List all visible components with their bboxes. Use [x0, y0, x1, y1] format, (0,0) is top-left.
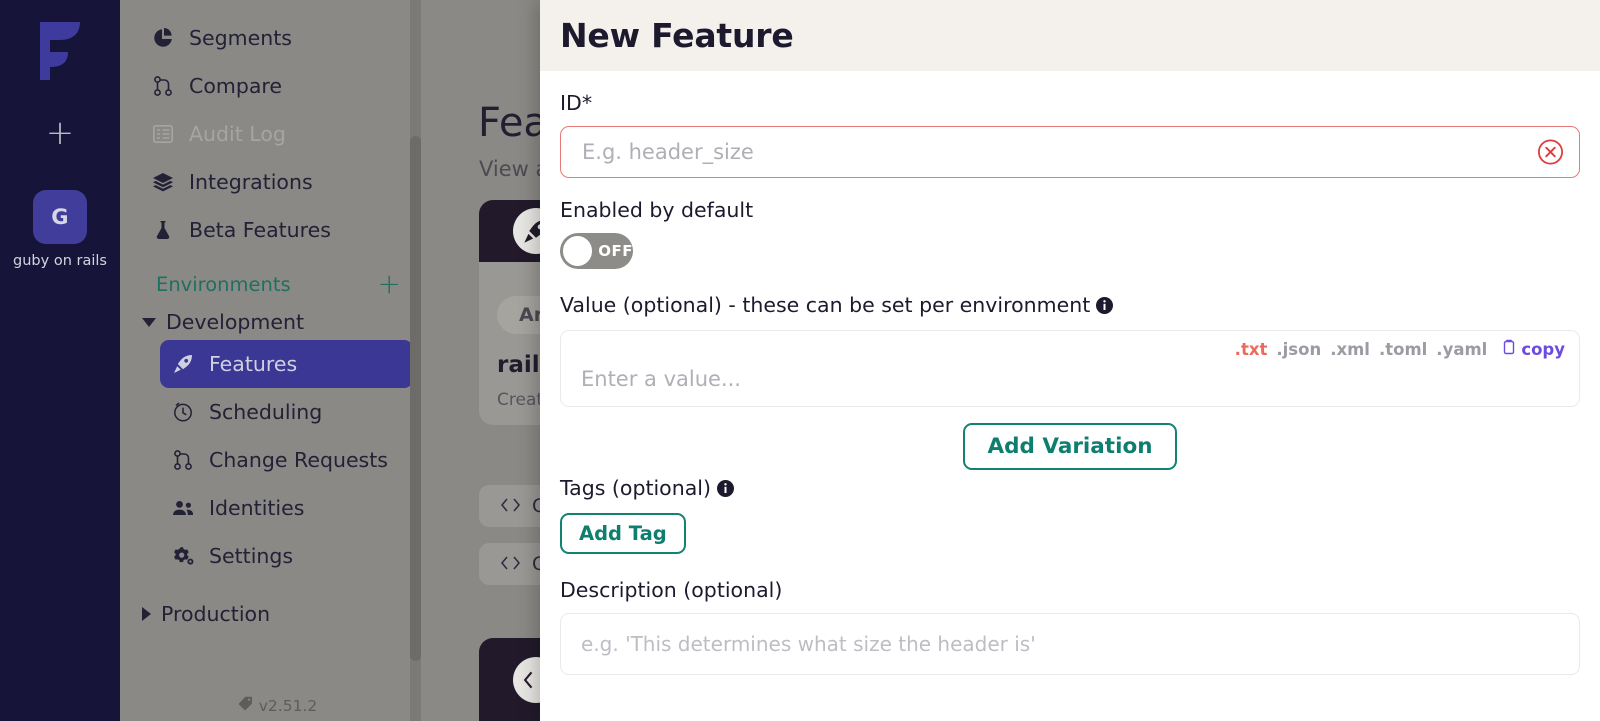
sidebar-item-label: Settings [209, 544, 294, 568]
left-rail: + G guby on rails [0, 0, 120, 721]
sidebar-item-label: Integrations [189, 170, 313, 194]
code-icon [501, 553, 520, 575]
add-variation-row: Add Variation [560, 423, 1580, 470]
modal-header: New Feature [540, 0, 1600, 71]
sidebar-item-identities[interactable]: Identities [160, 484, 413, 532]
modal-body: ID* Enabled by default OFF [540, 71, 1600, 679]
add-variation-button[interactable]: Add Variation [963, 423, 1177, 470]
layers-icon [152, 172, 174, 192]
flask-icon [152, 220, 174, 240]
format-option-xml[interactable]: .xml [1330, 340, 1370, 359]
value-field-label: Value (optional) - these can be set per … [560, 293, 1580, 319]
format-option-toml[interactable]: .toml [1379, 340, 1427, 359]
new-feature-modal: New Feature ID* Enabled by default OFF [540, 0, 1600, 721]
description-input[interactable] [560, 613, 1580, 675]
pie-chart-icon [152, 28, 174, 48]
page-subtitle: View a [479, 157, 549, 181]
description-field-label: Description (optional) [560, 578, 783, 602]
sidebar-item-segments[interactable]: Segments [140, 14, 413, 62]
enabled-field-label: Enabled by default [560, 198, 754, 222]
users-icon [172, 500, 194, 516]
env-group-label-text: Development [166, 310, 305, 334]
format-option-txt[interactable]: .txt [1235, 340, 1268, 359]
value-input-placeholder: Enter a value... [581, 367, 741, 391]
sidebar-item-scheduling[interactable]: Scheduling [160, 388, 413, 436]
add-environment-button[interactable]: + [378, 270, 401, 298]
info-icon[interactable] [1096, 295, 1114, 319]
value-field-label-text: Value (optional) - these can be set per … [560, 293, 1091, 317]
copy-button[interactable]: copy [1502, 339, 1565, 359]
clock-icon [172, 402, 194, 422]
organisation-avatar[interactable]: G [33, 190, 87, 244]
environments-label: Environments [156, 272, 291, 296]
id-input-wrapper [560, 126, 1580, 178]
sidebar-item-label: Change Requests [209, 448, 388, 472]
chevron-right-icon [142, 607, 151, 621]
tag-icon [238, 696, 253, 715]
env-group-label-text: Production [161, 602, 271, 626]
sidebar-item-settings[interactable]: Settings [160, 532, 413, 580]
sidebar-scroll-area: Segments Compare Audit Log Integrations [120, 0, 427, 721]
sidebar-item-label: Identities [209, 496, 305, 520]
sidebar-item-features[interactable]: Features [160, 340, 413, 388]
add-tag-button[interactable]: Add Tag [560, 513, 686, 554]
format-option-json[interactable]: .json [1276, 340, 1321, 359]
compare-icon [172, 450, 194, 470]
sidebar-item-change-requests[interactable]: Change Requests [160, 436, 413, 484]
sidebar-item-label: Audit Log [189, 122, 286, 146]
value-input-box[interactable]: .txt .json .xml .toml .yaml copy Enter a… [560, 330, 1580, 407]
value-format-selector: .txt .json .xml .toml .yaml copy [1235, 339, 1565, 359]
copy-label: copy [1521, 339, 1565, 359]
tags-field-label-text: Tags (optional) [560, 476, 711, 500]
rocket-icon [172, 354, 194, 374]
format-option-yaml[interactable]: .yaml [1436, 340, 1487, 359]
chevron-down-icon [142, 317, 156, 327]
app-version-text: v2.51.2 [258, 696, 318, 715]
tags-field-label: Tags (optional) [560, 476, 1580, 502]
sidebar-item-label: Features [209, 352, 298, 376]
env-group-development[interactable]: Development [142, 310, 427, 334]
clipboard-icon [1502, 339, 1516, 359]
toggle-state-label: OFF [598, 242, 633, 260]
env-group-production[interactable]: Production [142, 602, 427, 626]
circle-x-icon[interactable] [1537, 139, 1564, 166]
environments-header: Environments + [156, 270, 401, 298]
info-icon[interactable] [716, 478, 734, 502]
toggle-knob [563, 236, 593, 266]
sidebar-item-label: Compare [189, 74, 282, 98]
list-icon [152, 125, 174, 143]
sidebar-item-label: Scheduling [209, 400, 323, 424]
id-input[interactable] [560, 126, 1580, 178]
organisation-name: guby on rails [13, 253, 107, 269]
sidebar-item-compare[interactable]: Compare [140, 62, 413, 110]
env-development-subnav: Features Scheduling Change Requests Iden… [140, 340, 427, 580]
compare-icon [152, 76, 174, 96]
sidebar-item-clipped[interactable] [120, 0, 427, 14]
modal-title: New Feature [560, 16, 794, 55]
sidebar-item-beta-features[interactable]: Beta Features [140, 206, 413, 254]
page-title: Fea [478, 100, 548, 146]
gears-icon [172, 546, 194, 566]
app-root: + G guby on rails Segments Compare Audit… [0, 0, 1600, 721]
sidebar-item-label: Beta Features [189, 218, 331, 242]
sidebar-item-integrations[interactable]: Integrations [140, 158, 413, 206]
sidebar-nav: Segments Compare Audit Log Integrations [120, 0, 435, 721]
sidebar-scrollbar-thumb[interactable] [410, 136, 421, 661]
enabled-by-default-toggle[interactable]: OFF [560, 233, 633, 269]
flagsmith-logo-icon[interactable] [31, 18, 89, 80]
sidebar-item-label: Segments [189, 26, 292, 50]
code-icon [501, 495, 520, 517]
app-version: v2.51.2 [120, 696, 435, 715]
add-project-button[interactable]: + [46, 116, 75, 150]
id-field-label: ID* [560, 91, 593, 115]
sidebar-item-audit-log[interactable]: Audit Log [140, 110, 413, 158]
